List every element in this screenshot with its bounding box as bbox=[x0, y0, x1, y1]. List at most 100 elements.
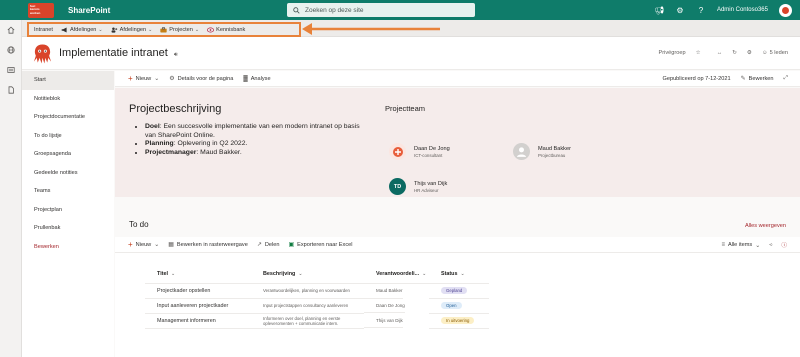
member-role: Projectbureau bbox=[538, 152, 566, 158]
site-navigation: Start Notitieblok Projectdocumentatie To… bbox=[22, 71, 114, 357]
people-icon bbox=[111, 26, 117, 33]
members-button[interactable]: ☺ 5 leden bbox=[762, 50, 788, 56]
cell-title[interactable]: Input aanleveren projectkader bbox=[145, 298, 251, 314]
bullet-key: Doel bbox=[145, 123, 160, 130]
filter-icon[interactable]: ⪦ bbox=[769, 242, 772, 249]
cell-title[interactable]: Management informeren bbox=[145, 313, 251, 329]
table-row[interactable]: Management informeren Informeren over do… bbox=[145, 313, 489, 329]
cell-title[interactable]: Projectkader opstellen bbox=[145, 283, 251, 299]
company-logo-avatar bbox=[389, 143, 406, 160]
megaphone-icon[interactable]: 📢︎ bbox=[654, 6, 664, 15]
settings-icon[interactable]: ⚙ bbox=[747, 50, 752, 56]
person-icon: ☺ bbox=[761, 50, 768, 56]
chevron-down-icon: ⌄ bbox=[148, 26, 153, 33]
info-icon[interactable]: ⓘ bbox=[781, 241, 787, 249]
export-excel-button[interactable]: ▣ Exporteren naar Excel bbox=[288, 241, 352, 249]
page-details-button[interactable]: ⚙ Details voor de pagina bbox=[169, 75, 233, 83]
nav-item-projectdocumentatie[interactable]: Projectdocumentatie bbox=[22, 108, 114, 127]
published-status: Gepubliceerd op 7-12-2021 bbox=[662, 75, 731, 82]
annotation-arrow bbox=[302, 23, 440, 35]
share-icon: ↗ bbox=[256, 242, 262, 248]
main-content: + Nieuw ⌄ ⚙ Details voor de pagina ▓ Ana… bbox=[115, 71, 800, 357]
share-button[interactable]: ↗ Delen bbox=[256, 241, 280, 249]
expand-icon[interactable]: ⤢ bbox=[784, 75, 788, 82]
column-label: Status bbox=[441, 270, 458, 277]
nav-item-teams[interactable]: Teams bbox=[22, 182, 114, 201]
see-all-link[interactable]: Alles weergeven bbox=[745, 223, 786, 229]
nav-item-prullenbak[interactable]: Prullenbak bbox=[22, 219, 114, 238]
analytics-button[interactable]: ▓ Analyse bbox=[243, 76, 270, 82]
search-input[interactable]: Zoeken op deze site bbox=[287, 3, 475, 17]
hub-item-kennisbank[interactable]: Kennisbank bbox=[207, 27, 245, 33]
nav-item-gedeelde-notities[interactable]: Gedeelde notities bbox=[22, 164, 114, 183]
list-item: Planning: Oplevering in Q2 2022. bbox=[145, 140, 369, 149]
edit-button[interactable]: ✎ Bewerken bbox=[741, 75, 774, 83]
nav-item-start[interactable]: Start bbox=[22, 71, 114, 90]
cell-status: Gepland bbox=[429, 283, 489, 299]
column-header-owner[interactable]: Verantwoordeli... ⌄ bbox=[364, 265, 429, 284]
hub-item-projecten[interactable]: Projecten ⌄ bbox=[160, 27, 199, 33]
hub-item-afdelingen-1[interactable]: Afdelingen ⌄ bbox=[61, 27, 103, 33]
help-icon[interactable]: ? bbox=[696, 6, 706, 15]
share-icon[interactable]: ↔ bbox=[717, 50, 723, 56]
cell-owner: Daan De Jong bbox=[364, 298, 405, 313]
nav-item-notitieblok[interactable]: Notitieblok bbox=[22, 90, 114, 109]
file-icon[interactable] bbox=[0, 80, 22, 100]
hub-item-intranet[interactable]: Intranet bbox=[34, 27, 53, 33]
user-name[interactable]: Admin Contoso365 bbox=[717, 7, 768, 13]
column-header-description[interactable]: Beschrijving ⌄ bbox=[251, 265, 364, 284]
nav-item-groepsagenda[interactable]: Groepsagenda bbox=[22, 145, 114, 164]
nav-item-projectplan[interactable]: Projectplan bbox=[22, 201, 114, 220]
cell-description: Verantwoordelijken, planning en voorwaar… bbox=[251, 283, 364, 299]
bullet-key: Planning bbox=[145, 140, 174, 147]
hub-item-afdelingen-2[interactable]: Afdelingen ⌄ bbox=[111, 26, 153, 33]
cell-description: Informeren over doel, planning en eerste… bbox=[251, 313, 364, 329]
bullet-text: : Een succesvolle implementatie van een … bbox=[145, 123, 360, 139]
hub-item-label: Afdelingen bbox=[69, 26, 97, 33]
list-new-label: Nieuw bbox=[135, 241, 152, 248]
team-member[interactable]: TD Thijs van Dijk HR Adviseur bbox=[389, 178, 447, 195]
cell-status: Open bbox=[429, 298, 489, 314]
table-row[interactable]: Input aanleveren projectkader Input proj… bbox=[145, 298, 489, 314]
logo-line-3: werken bbox=[30, 10, 41, 15]
bullet-text: : Oplevering in Q2 2022. bbox=[173, 140, 248, 147]
team-member[interactable]: Maud Bakker Projectbureau bbox=[513, 143, 571, 160]
view-selector[interactable]: ≡ Alle items ⌄ bbox=[721, 242, 760, 249]
section-title: Projectbeschrijving bbox=[129, 103, 222, 115]
column-label: Beschrijving bbox=[263, 270, 296, 277]
team-member[interactable]: Daan De Jong ICT-consultant bbox=[389, 143, 450, 160]
avatar[interactable] bbox=[779, 3, 792, 17]
list-new-button[interactable]: + Nieuw ⌄ bbox=[128, 239, 159, 249]
column-header-title[interactable]: Titel ⌄ bbox=[145, 265, 251, 284]
list-command-bar: + Nieuw ⌄ ▦ Bewerken in rasterweergave ↗… bbox=[115, 237, 800, 253]
company-logo[interactable]: fast kennis werken bbox=[28, 2, 54, 18]
member-role: HR Adviseur bbox=[414, 187, 439, 193]
share-label: Delen bbox=[264, 241, 280, 248]
sync-icon[interactable]: ↻ bbox=[732, 50, 737, 56]
home-icon[interactable] bbox=[0, 20, 22, 40]
gear-icon: ⚙ bbox=[169, 76, 175, 82]
cell-owner: Maud Bakker bbox=[364, 284, 403, 299]
hero-section: Projectbeschrijving Doel: Een succesvoll… bbox=[115, 88, 800, 197]
lightbulb-icon bbox=[207, 27, 215, 32]
speaker-icon[interactable]: 🔊︎ bbox=[174, 52, 178, 58]
star-icon[interactable]: ☆ bbox=[696, 50, 701, 56]
news-icon[interactable] bbox=[0, 60, 22, 80]
new-button[interactable]: + Nieuw ⌄ bbox=[128, 74, 159, 82]
column-header-status[interactable]: Status ⌄ bbox=[429, 265, 489, 284]
todo-list-panel: + Nieuw ⌄ ▦ Bewerken in rasterweergave ↗… bbox=[115, 237, 800, 357]
globe-icon[interactable] bbox=[0, 40, 22, 60]
app-name[interactable]: SharePoint bbox=[68, 6, 110, 15]
bullet-text: : Maud Bakker. bbox=[196, 148, 242, 156]
list-item: Doel: Een succesvolle implementatie van … bbox=[145, 123, 369, 140]
privacy-label: Privégroep bbox=[658, 50, 686, 56]
nav-item-todo[interactable]: To do lijstje bbox=[22, 127, 114, 146]
grid-edit-button[interactable]: ▦ Bewerken in rasterweergave bbox=[168, 241, 248, 249]
hub-item-label: Intranet bbox=[34, 26, 53, 33]
table-row[interactable]: Projectkader opstellen Verantwoordelijke… bbox=[145, 283, 489, 299]
site-logo-icon[interactable] bbox=[32, 43, 53, 65]
settings-icon[interactable]: ⚙ bbox=[675, 6, 685, 15]
chevron-down-icon: ⌄ bbox=[170, 270, 176, 277]
plus-icon: + bbox=[128, 239, 133, 249]
nav-edit-link[interactable]: Bewerken bbox=[22, 238, 114, 257]
